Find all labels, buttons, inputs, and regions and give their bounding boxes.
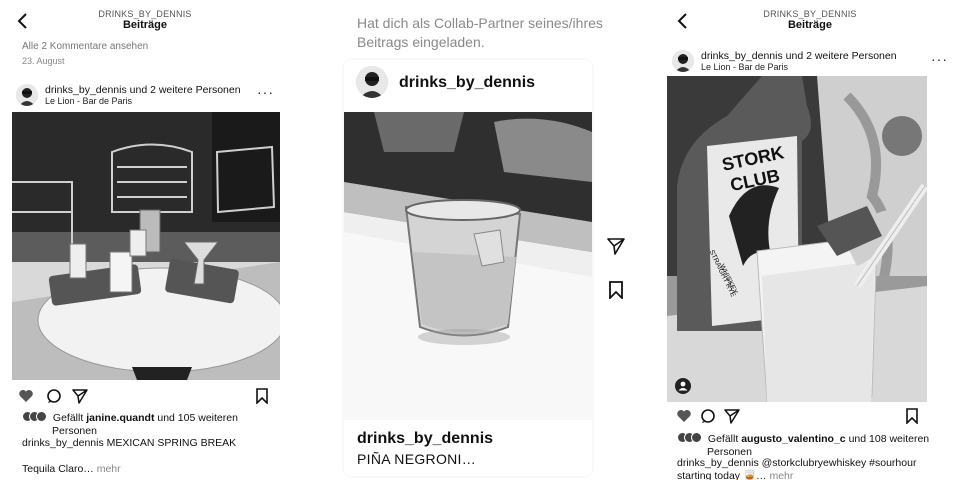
likes-summary[interactable]: Gefällt augusto_valentino_c und 108 weit…	[677, 432, 937, 459]
header-username: DRINKS_BY_DENNIS	[763, 9, 857, 19]
caption-user[interactable]: drinks_by_dennis	[22, 437, 104, 449]
card-username[interactable]: drinks_by_dennis	[399, 74, 535, 92]
share-icon[interactable]	[607, 237, 625, 255]
right-post-screen: DRINKS_BY_DENNIS Beiträge drinks_by_denn…	[660, 0, 960, 480]
heart-icon[interactable]	[676, 408, 692, 424]
post-header: drinks_by_dennis und 2 weitere Personen …	[12, 82, 278, 110]
header-title: Beiträge	[122, 19, 168, 31]
heart-icon[interactable]	[18, 388, 34, 404]
left-post-screen: DRINKS_BY_DENNIS Beiträge Alle 2 Komment…	[0, 0, 290, 480]
more-link[interactable]: mehr	[769, 470, 793, 480]
more-link[interactable]: mehr	[97, 463, 121, 475]
header: DRINKS_BY_DENNIS Beiträge	[0, 0, 290, 40]
collab-message: Hat dich als Collab-Partner seines/ihres…	[357, 15, 603, 50]
header-title: Beiträge	[787, 19, 833, 31]
post-location[interactable]: Le Lion - Bar de Paris	[45, 96, 132, 106]
post-user[interactable]: drinks_by_dennis	[45, 84, 127, 96]
liker-avatars	[677, 432, 705, 443]
likes-user[interactable]: janine.quandt	[86, 412, 154, 424]
likes-line2: Personen	[52, 425, 97, 437]
collab-post-card[interactable]: drinks_by_dennis drinks_by_dennis PIÑA N…	[344, 60, 592, 476]
likes-prefix: Gefällt	[707, 433, 739, 445]
bookmark-icon[interactable]	[904, 408, 920, 424]
likes-summary[interactable]: Gefällt janine.quandt und 105 weiteren P…	[22, 411, 272, 438]
header: DRINKS_BY_DENNIS Beiträge	[660, 0, 960, 40]
avatar[interactable]	[672, 50, 694, 72]
post-photo[interactable]: STORK CLUB STRAIGHT RYE WHISKEY	[667, 76, 927, 402]
caption-more-line: Tequila Claro… mehr	[22, 463, 121, 476]
header-username: DRINKS_BY_DENNIS	[98, 9, 192, 19]
post-user[interactable]: drinks_by_dennis	[701, 50, 783, 62]
likes-prefix: Gefällt	[52, 412, 84, 424]
share-icon[interactable]	[724, 408, 740, 424]
post-coauthors[interactable]: und 2 weitere Personen	[130, 84, 241, 96]
avatar[interactable]	[356, 66, 388, 98]
post-header: drinks_by_dennis und 2 weitere Personen …	[668, 48, 947, 76]
post-location[interactable]: Le Lion - Bar de Paris	[701, 62, 788, 72]
card-caption-text: PIÑA NEGRONI…	[357, 451, 477, 467]
post-actions	[676, 408, 932, 428]
post-username[interactable]: drinks_by_dennis und 2 weitere Personen	[701, 50, 897, 62]
bookmark-icon[interactable]	[254, 388, 270, 404]
card-photo[interactable]	[344, 112, 592, 420]
caption-line2: starting today 🥃…	[677, 470, 767, 480]
likes-user[interactable]: augusto_valentino_c	[741, 433, 845, 445]
more-icon[interactable]: ···	[931, 52, 948, 66]
post-coauthors[interactable]: und 2 weitere Personen	[786, 50, 897, 62]
post-caption: drinks_by_dennis @storkclubryewhiskey #s…	[677, 457, 947, 480]
share-icon[interactable]	[72, 388, 88, 404]
more-icon[interactable]: ···	[257, 85, 274, 99]
caption-user[interactable]: drinks_by_dennis	[677, 457, 759, 469]
caption-more-text: Tequila Claro…	[22, 463, 94, 475]
post-username[interactable]: drinks_by_dennis und 2 weitere Personen	[45, 84, 241, 96]
caption-text: MEXICAN SPRING BREAK	[106, 437, 237, 449]
comment-icon[interactable]	[700, 408, 716, 424]
post-actions	[18, 388, 274, 408]
post-date: 23. August	[22, 56, 65, 66]
collab-invite-screen: Hat dich als Collab-Partner seines/ihres…	[330, 0, 630, 480]
tag-person-icon[interactable]	[675, 378, 691, 394]
caption-text: @storkclubryewhiskey #sourhour	[761, 457, 917, 469]
post-photo[interactable]	[12, 112, 280, 380]
bookmark-icon[interactable]	[607, 281, 625, 299]
view-comments-link[interactable]: Alle 2 Kommentare ansehen	[22, 41, 148, 52]
likes-suffix: und 108 weiteren	[848, 433, 930, 445]
card-caption-user[interactable]: drinks_by_dennis	[357, 430, 493, 448]
likes-suffix: und 105 weiteren	[157, 412, 238, 424]
liker-avatars	[22, 411, 50, 422]
comment-icon[interactable]	[46, 388, 62, 404]
post-caption: drinks_by_dennis MEXICAN SPRING BREAK	[22, 437, 284, 450]
avatar[interactable]	[16, 84, 38, 106]
